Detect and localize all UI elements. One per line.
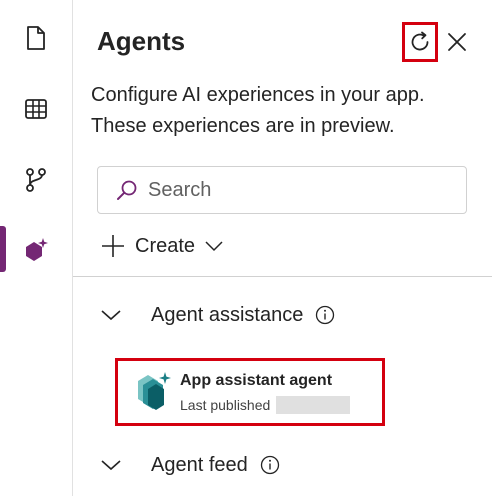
- agent-sparkle-icon: [26, 238, 48, 261]
- panel-title: Agents: [97, 26, 186, 56]
- section-header-agent-assistance[interactable]: Agent assistance: [101, 298, 335, 332]
- info-icon[interactable]: [315, 305, 335, 325]
- agent-app-icon: [136, 371, 172, 416]
- table-icon: [25, 99, 47, 119]
- panel-description: Configure AI experiences in your app. Th…: [91, 84, 425, 137]
- chevron-down-icon: [205, 240, 223, 252]
- create-label: Create: [135, 234, 196, 257]
- section-label: Agent feed: [151, 453, 248, 476]
- document-icon: [27, 26, 45, 50]
- rail-item-pages[interactable]: [14, 16, 58, 60]
- agent-name: App assistant agent: [180, 372, 333, 389]
- left-rail: [0, 0, 73, 496]
- refresh-button[interactable]: [402, 22, 438, 62]
- section-label: Agent assistance: [151, 303, 304, 326]
- rail-active-indicator: [0, 226, 6, 272]
- close-button[interactable]: [441, 26, 473, 58]
- rail-item-flows[interactable]: [14, 158, 58, 202]
- search-input[interactable]: [148, 178, 438, 202]
- section-divider: [73, 276, 492, 277]
- branch-icon: [26, 168, 46, 192]
- rail-item-data[interactable]: [14, 87, 58, 131]
- search-icon: [116, 179, 138, 201]
- section-header-agent-feed[interactable]: Agent feed: [101, 448, 280, 482]
- plus-icon: [101, 234, 125, 258]
- agent-status: Last published: [180, 396, 351, 414]
- rail-item-agents[interactable]: [14, 228, 58, 272]
- chevron-down-icon[interactable]: [101, 309, 125, 321]
- create-button[interactable]: Create: [101, 228, 223, 264]
- redacted-date: [276, 396, 351, 414]
- refresh-icon: [411, 31, 429, 51]
- info-icon[interactable]: [260, 455, 280, 475]
- chevron-down-icon[interactable]: [101, 459, 125, 471]
- agent-status-label: Last published: [180, 397, 271, 413]
- agents-panel: Agents Configure AI experiences in your …: [73, 0, 492, 496]
- close-icon: [448, 33, 466, 51]
- agent-list-item[interactable]: App assistant agent Last published: [115, 358, 385, 426]
- search-box[interactable]: [97, 166, 467, 214]
